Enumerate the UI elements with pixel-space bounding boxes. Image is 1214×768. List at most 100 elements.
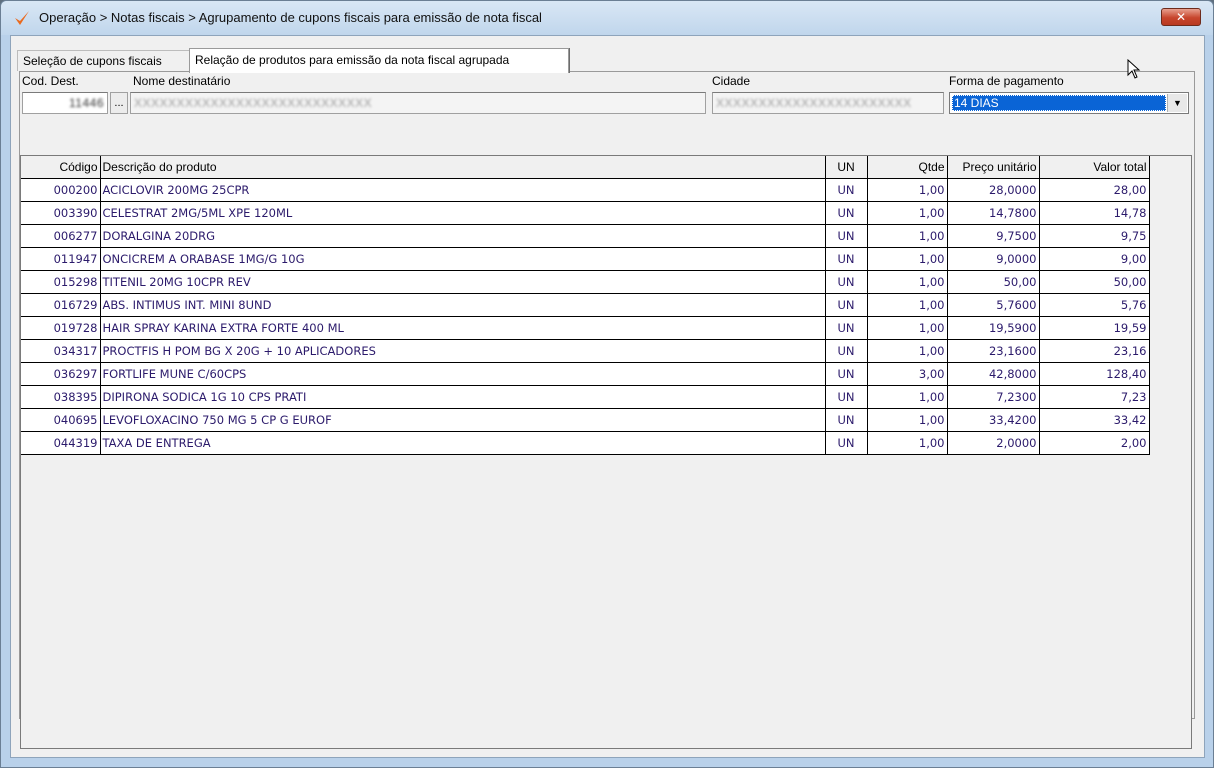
cell-codigo[interactable]: 034317 bbox=[21, 339, 101, 363]
header-qtde[interactable]: Qtde bbox=[867, 156, 948, 179]
cell-codigo[interactable]: 038395 bbox=[21, 385, 101, 409]
cell-un[interactable]: UN bbox=[825, 362, 868, 386]
cell-qtde[interactable]: 1,00 bbox=[867, 201, 948, 225]
header-valor-total[interactable]: Valor total bbox=[1039, 156, 1150, 179]
cell-valor-total[interactable]: 5,76 bbox=[1039, 293, 1150, 317]
cell-un[interactable]: UN bbox=[825, 431, 868, 455]
cell-codigo[interactable]: 011947 bbox=[21, 247, 101, 271]
cell-descricao[interactable]: ONCICREM A ORABASE 1MG/G 10G bbox=[100, 247, 826, 271]
cell-preco-unitario[interactable]: 5,7600 bbox=[947, 293, 1040, 317]
cell-qtde[interactable]: 1,00 bbox=[867, 178, 948, 202]
table-row[interactable]: 034317 PROCTFIS H POM BG X 20G + 10 APLIC… bbox=[21, 339, 1150, 363]
cell-un[interactable]: UN bbox=[825, 408, 868, 432]
cell-un[interactable]: UN bbox=[825, 224, 868, 248]
cell-qtde[interactable]: 1,00 bbox=[867, 247, 948, 271]
cell-un[interactable]: UN bbox=[825, 270, 868, 294]
close-button[interactable]: ✕ bbox=[1161, 8, 1201, 26]
cell-un[interactable]: UN bbox=[825, 178, 868, 202]
table-row[interactable]: 036297 FORTLIFE MUNE C/60CPS UN 3,00 42,8000… bbox=[21, 362, 1150, 386]
cell-descricao[interactable]: HAIR SPRAY KARINA EXTRA FORTE 400 ML bbox=[100, 316, 826, 340]
tab-relacao-produtos[interactable]: Relação de produtos para emissão da nota… bbox=[189, 48, 569, 73]
table-row[interactable]: 040695 LEVOFLOXACINO 750 MG 5 CP G EUROF U… bbox=[21, 408, 1150, 432]
cell-valor-total[interactable]: 50,00 bbox=[1039, 270, 1150, 294]
table-row[interactable]: 000200 ACICLOVIR 200MG 25CPR UN 1,00 28,0000… bbox=[21, 178, 1150, 202]
header-descricao[interactable]: Descrição do produto bbox=[100, 156, 826, 179]
cell-preco-unitario[interactable]: 9,0000 bbox=[947, 247, 1040, 271]
cell-descricao[interactable]: DIPIRONA SODICA 1G 10 CPS PRATI bbox=[100, 385, 826, 409]
cod-dest-field[interactable]: 11446 bbox=[22, 92, 108, 114]
header-preco-unitario[interactable]: Preço unitário bbox=[947, 156, 1040, 179]
cell-descricao[interactable]: DORALGINA 20DRG bbox=[100, 224, 826, 248]
table-row[interactable]: 003390 CELESTRAT 2MG/5ML XPE 120ML UN 1,00 1… bbox=[21, 201, 1150, 225]
cell-preco-unitario[interactable]: 50,00 bbox=[947, 270, 1040, 294]
cell-codigo[interactable]: 040695 bbox=[21, 408, 101, 432]
cell-preco-unitario[interactable]: 19,5900 bbox=[947, 316, 1040, 340]
tab-selecao-cupons[interactable]: Seleção de cupons fiscais bbox=[17, 50, 195, 71]
cell-codigo[interactable]: 036297 bbox=[21, 362, 101, 386]
cell-qtde[interactable]: 1,00 bbox=[867, 293, 948, 317]
cell-descricao[interactable]: ABS. INTIMUS INT. MINI 8UND bbox=[100, 293, 826, 317]
cell-preco-unitario[interactable]: 28,0000 bbox=[947, 178, 1040, 202]
forma-pagamento-select[interactable]: 14 DIAS ▼ bbox=[949, 92, 1189, 114]
cell-valor-total[interactable]: 14,78 bbox=[1039, 201, 1150, 225]
cell-preco-unitario[interactable]: 33,4200 bbox=[947, 408, 1040, 432]
cell-un[interactable]: UN bbox=[825, 201, 868, 225]
cell-valor-total[interactable]: 9,75 bbox=[1039, 224, 1150, 248]
cell-descricao[interactable]: FORTLIFE MUNE C/60CPS bbox=[100, 362, 826, 386]
nome-destinatario-field[interactable]: XXXXXXXXXXXXXXXXXXXXXXXXXXXX bbox=[130, 92, 706, 114]
cell-descricao[interactable]: TAXA DE ENTREGA bbox=[100, 431, 826, 455]
products-grid[interactable]: Código Descrição do produto UN Qtde Preç… bbox=[20, 155, 1192, 749]
cell-qtde[interactable]: 1,00 bbox=[867, 385, 948, 409]
cell-qtde[interactable]: 1,00 bbox=[867, 270, 948, 294]
cell-codigo[interactable]: 000200 bbox=[21, 178, 101, 202]
cell-preco-unitario[interactable]: 42,8000 bbox=[947, 362, 1040, 386]
cell-valor-total[interactable]: 23,16 bbox=[1039, 339, 1150, 363]
table-row[interactable]: 016729 ABS. INTIMUS INT. MINI 8UND UN 1,00 5… bbox=[21, 293, 1150, 317]
cell-qtde[interactable]: 1,00 bbox=[867, 408, 948, 432]
cell-descricao[interactable]: ACICLOVIR 200MG 25CPR bbox=[100, 178, 826, 202]
cell-valor-total[interactable]: 128,40 bbox=[1039, 362, 1150, 386]
cell-valor-total[interactable]: 28,00 bbox=[1039, 178, 1150, 202]
chevron-down-icon[interactable]: ▼ bbox=[1167, 94, 1187, 112]
table-row[interactable]: 006277 DORALGINA 20DRG UN 1,00 9,7500 9,75 bbox=[21, 224, 1150, 248]
cell-codigo[interactable]: 003390 bbox=[21, 201, 101, 225]
cell-un[interactable]: UN bbox=[825, 385, 868, 409]
cell-codigo[interactable]: 016729 bbox=[21, 293, 101, 317]
cell-preco-unitario[interactable]: 23,1600 bbox=[947, 339, 1040, 363]
cell-valor-total[interactable]: 19,59 bbox=[1039, 316, 1150, 340]
title-bar[interactable]: Operação > Notas fiscais > Agrupamento d… bbox=[1, 1, 1213, 35]
table-row[interactable]: 038395 DIPIRONA SODICA 1G 10 CPS PRATI UN 1… bbox=[21, 385, 1150, 409]
cell-un[interactable]: UN bbox=[825, 339, 868, 363]
lookup-button[interactable]: ... bbox=[110, 92, 128, 114]
cell-preco-unitario[interactable]: 2,0000 bbox=[947, 431, 1040, 455]
cell-codigo[interactable]: 015298 bbox=[21, 270, 101, 294]
cell-valor-total[interactable]: 9,00 bbox=[1039, 247, 1150, 271]
table-row[interactable]: 019728 HAIR SPRAY KARINA EXTRA FORTE 400 … bbox=[21, 316, 1150, 340]
cell-qtde[interactable]: 1,00 bbox=[867, 339, 948, 363]
cell-un[interactable]: UN bbox=[825, 247, 868, 271]
cell-descricao[interactable]: PROCTFIS H POM BG X 20G + 10 APLICADORES bbox=[100, 339, 826, 363]
cell-codigo[interactable]: 019728 bbox=[21, 316, 101, 340]
cell-preco-unitario[interactable]: 14,7800 bbox=[947, 201, 1040, 225]
cell-un[interactable]: UN bbox=[825, 293, 868, 317]
cell-valor-total[interactable]: 2,00 bbox=[1039, 431, 1150, 455]
table-row[interactable]: 015298 TITENIL 20MG 10CPR REV UN 1,00 50,00 5… bbox=[21, 270, 1150, 294]
table-row[interactable]: 044319 TAXA DE ENTREGA UN 1,00 2,0000 2,00 bbox=[21, 431, 1150, 455]
cell-codigo[interactable]: 044319 bbox=[21, 431, 101, 455]
cell-descricao[interactable]: CELESTRAT 2MG/5ML XPE 120ML bbox=[100, 201, 826, 225]
cell-preco-unitario[interactable]: 9,7500 bbox=[947, 224, 1040, 248]
cell-valor-total[interactable]: 33,42 bbox=[1039, 408, 1150, 432]
table-row[interactable]: 011947 ONCICREM A ORABASE 1MG/G 10G UN 1,00… bbox=[21, 247, 1150, 271]
header-codigo[interactable]: Código bbox=[21, 156, 101, 179]
cell-valor-total[interactable]: 7,23 bbox=[1039, 385, 1150, 409]
cell-descricao[interactable]: LEVOFLOXACINO 750 MG 5 CP G EUROF bbox=[100, 408, 826, 432]
cell-codigo[interactable]: 006277 bbox=[21, 224, 101, 248]
cell-un[interactable]: UN bbox=[825, 316, 868, 340]
cell-qtde[interactable]: 1,00 bbox=[867, 224, 948, 248]
header-un[interactable]: UN bbox=[825, 156, 868, 179]
cell-preco-unitario[interactable]: 7,2300 bbox=[947, 385, 1040, 409]
cell-qtde[interactable]: 3,00 bbox=[867, 362, 948, 386]
cidade-field[interactable]: XXXXXXXXXXXXXXXXXXXXXXX bbox=[712, 92, 944, 114]
cell-qtde[interactable]: 1,00 bbox=[867, 316, 948, 340]
cell-qtde[interactable]: 1,00 bbox=[867, 431, 948, 455]
